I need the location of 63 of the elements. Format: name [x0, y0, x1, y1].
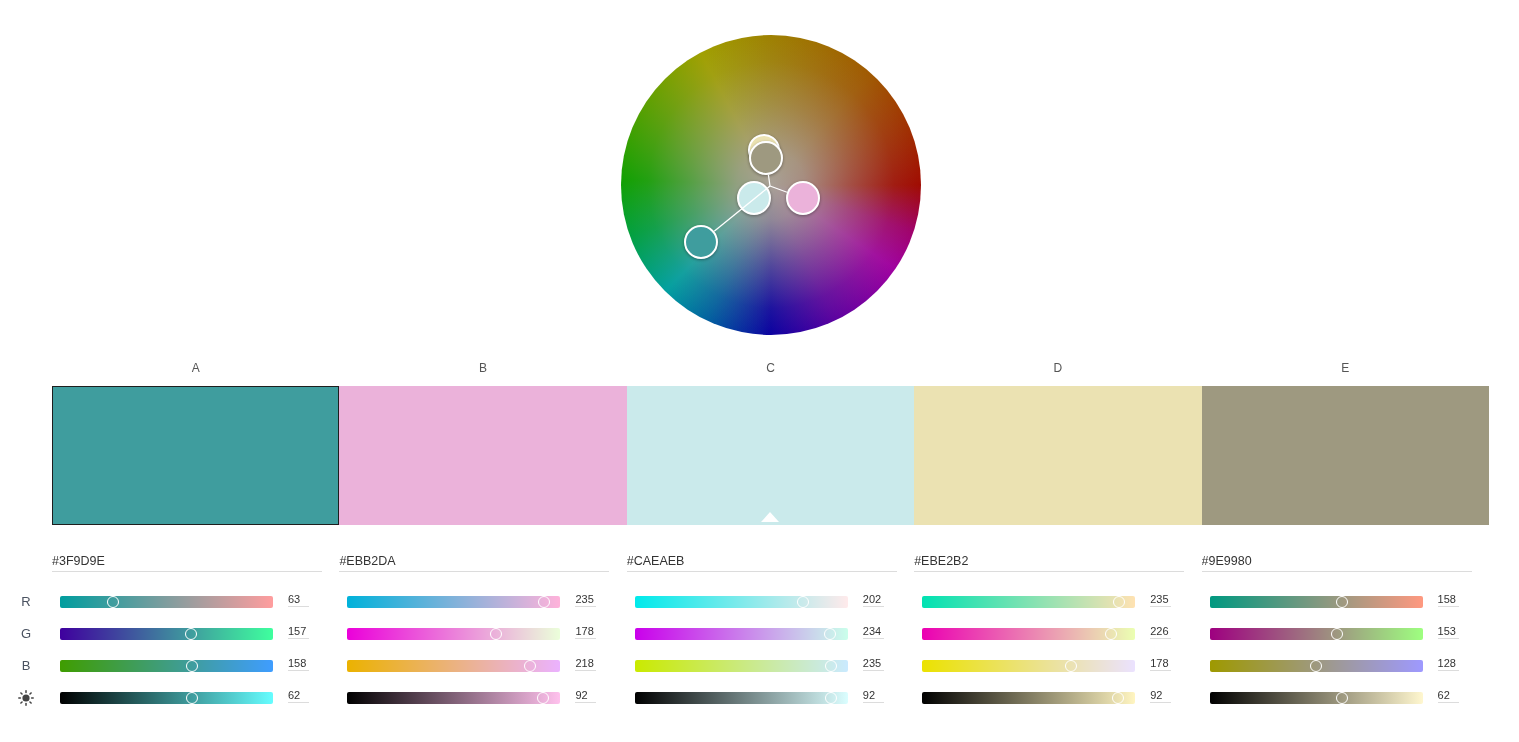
slider-track[interactable] [60, 628, 273, 640]
slider-track[interactable] [634, 596, 848, 608]
channel-value[interactable]: 128 [1437, 656, 1459, 671]
slider-track[interactable] [922, 628, 1136, 640]
slider-track[interactable] [1209, 692, 1423, 704]
slider-track[interactable] [634, 628, 848, 640]
slider-track[interactable] [347, 692, 561, 704]
channel-label: B [21, 658, 31, 674]
brightness-icon [18, 690, 34, 706]
slider-track[interactable] [60, 692, 273, 704]
hex-field[interactable]: #9E9980 [1201, 550, 1472, 572]
color-swatch[interactable] [339, 386, 627, 525]
color-handle[interactable] [683, 225, 718, 259]
swatch-label: C [766, 361, 775, 375]
color-swatch[interactable] [1201, 386, 1489, 525]
color-handle[interactable] [736, 181, 771, 215]
channel-label: G [20, 626, 32, 642]
channel-value[interactable]: 235 [862, 656, 884, 671]
slider-track[interactable] [922, 660, 1136, 672]
color-swatch[interactable] [52, 386, 340, 525]
channel-value[interactable]: 226 [1150, 624, 1172, 639]
channel-value[interactable]: 178 [575, 624, 597, 639]
slider-track[interactable] [922, 596, 1136, 608]
channel-value[interactable]: 62 [288, 688, 309, 703]
channel-value[interactable]: 157 [288, 624, 309, 639]
channel-value[interactable]: 92 [575, 688, 597, 703]
slider-track[interactable] [1209, 628, 1423, 640]
channel-label: R [21, 594, 31, 610]
color-handle[interactable] [748, 141, 783, 175]
slider-track[interactable] [60, 596, 273, 608]
channel-value[interactable]: 153 [1437, 624, 1459, 639]
slider-track[interactable] [634, 660, 848, 672]
channel-value[interactable]: 235 [1150, 592, 1172, 607]
hex-field[interactable]: #CAEAEB [626, 550, 897, 572]
slider-track[interactable] [60, 660, 273, 672]
hex-field[interactable]: #3F9D9E [52, 550, 322, 572]
channel-value[interactable]: 62 [1437, 688, 1459, 703]
color-swatch[interactable] [914, 386, 1202, 525]
slider-track[interactable] [347, 660, 561, 672]
slider-track[interactable] [1209, 596, 1423, 608]
slider-track[interactable] [347, 596, 561, 608]
swatch-label: D [1053, 361, 1063, 375]
channel-value[interactable]: 178 [1150, 656, 1172, 671]
channel-value[interactable]: 218 [575, 656, 597, 671]
hex-field[interactable]: #EBB2DA [339, 550, 610, 572]
channel-value[interactable]: 92 [1150, 688, 1172, 703]
channel-value[interactable]: 92 [862, 688, 884, 703]
channel-value[interactable]: 158 [1437, 592, 1459, 607]
swatch-label: B [479, 361, 488, 375]
slider-track[interactable] [1209, 660, 1423, 672]
channel-value[interactable]: 202 [862, 592, 884, 607]
swatch-label: A [191, 361, 200, 375]
color-handle[interactable] [785, 181, 820, 215]
swatch-label: E [1341, 361, 1350, 375]
channel-value[interactable]: 234 [862, 624, 884, 639]
channel-value[interactable]: 158 [288, 656, 309, 671]
color-swatch[interactable] [626, 386, 915, 525]
channel-value[interactable]: 235 [575, 592, 597, 607]
hex-field[interactable]: #EBE2B2 [914, 550, 1185, 572]
slider-track[interactable] [347, 628, 561, 640]
slider-track[interactable] [634, 692, 848, 704]
slider-track[interactable] [922, 692, 1136, 704]
channel-value[interactable]: 63 [288, 592, 309, 607]
